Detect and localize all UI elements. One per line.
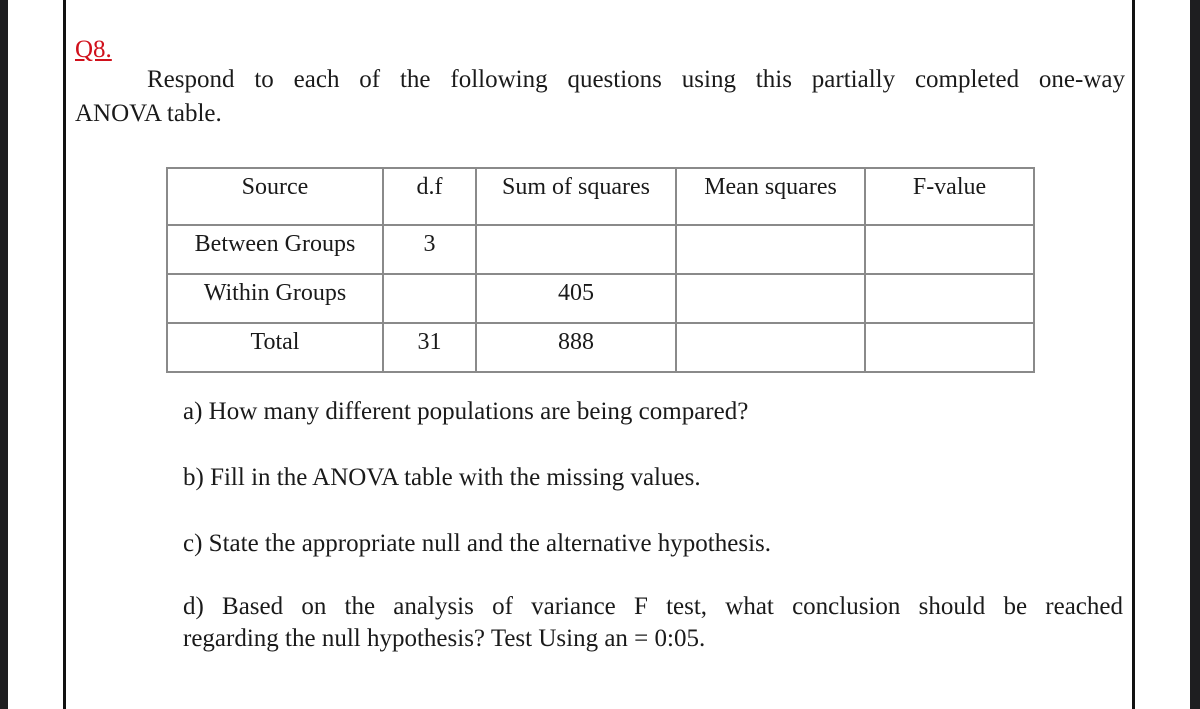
- cell-ss: 888: [475, 322, 677, 373]
- table-header-row: Source d.f Sum of squares Mean squares F…: [166, 167, 1035, 226]
- cell-df: 31: [382, 322, 477, 373]
- left-border-rule: [63, 0, 66, 709]
- question-part-a: a) How many different populations are be…: [183, 398, 749, 425]
- header-mean-squares: Mean squares: [675, 167, 866, 226]
- cell-ms: [675, 322, 866, 373]
- cell-f: [864, 273, 1035, 324]
- cell-df: [382, 273, 477, 324]
- right-border-rule: [1132, 0, 1135, 709]
- cell-ms: [675, 224, 866, 275]
- cell-f: [864, 322, 1035, 373]
- question-part-d-line-1: d) Based on the analysis of variance F t…: [183, 593, 1123, 620]
- cell-source: Between Groups: [166, 224, 384, 275]
- question-part-b: b) Fill in the ANOVA table with the miss…: [183, 464, 701, 491]
- table-row-between-groups: Between Groups 3: [166, 224, 1035, 275]
- anova-table: Source d.f Sum of squares Mean squares F…: [166, 167, 1035, 373]
- header-df: d.f: [382, 167, 477, 226]
- question-intro-line-1: Respond to each of the following questio…: [147, 66, 1125, 93]
- left-dark-margin: [0, 0, 8, 709]
- cell-source: Within Groups: [166, 273, 384, 324]
- question-part-d-line-2: regarding the null hypothesis? Test Usin…: [183, 625, 706, 652]
- header-f-value: F-value: [864, 167, 1035, 226]
- cell-source: Total: [166, 322, 384, 373]
- header-source: Source: [166, 167, 384, 226]
- question-part-c: c) State the appropriate null and the al…: [183, 530, 772, 557]
- cell-df: 3: [382, 224, 477, 275]
- header-sum-of-squares: Sum of squares: [475, 167, 677, 226]
- cell-ss: 405: [475, 273, 677, 324]
- cell-ss: [475, 224, 677, 275]
- table-row-total: Total 31 888: [166, 322, 1035, 373]
- question-intro-line-2: ANOVA table.: [75, 100, 222, 127]
- cell-f: [864, 224, 1035, 275]
- cell-ms: [675, 273, 866, 324]
- right-dark-margin: [1190, 0, 1200, 709]
- table-row-within-groups: Within Groups 405: [166, 273, 1035, 324]
- question-number: Q8.: [75, 36, 112, 63]
